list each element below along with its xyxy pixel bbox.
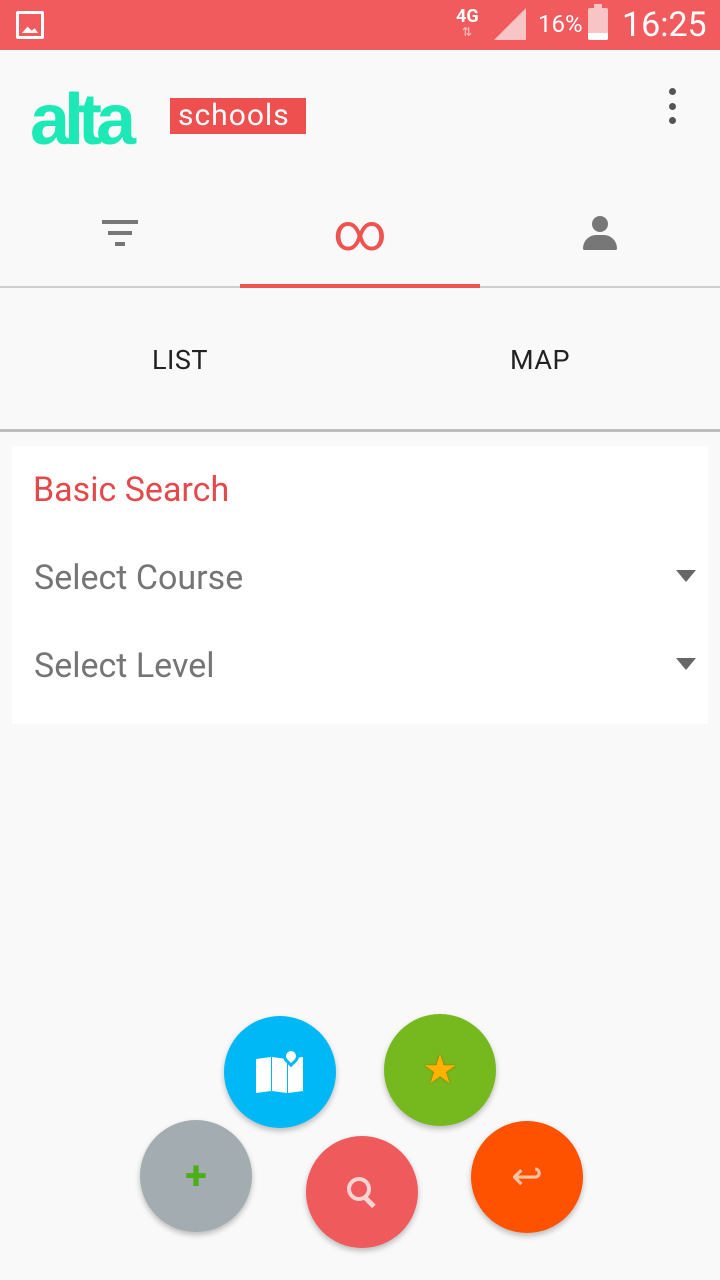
battery-percent: 16% — [538, 10, 583, 38]
tab-filter[interactable] — [0, 180, 240, 286]
tab-map[interactable]: MAP — [360, 290, 720, 429]
app-logo: alta schools — [30, 80, 310, 160]
level-select-label: Select Level — [34, 646, 215, 686]
card-title: Basic Search — [33, 470, 230, 510]
battery-icon — [588, 4, 608, 40]
search-button[interactable] — [306, 1136, 418, 1248]
signal-strength-icon — [494, 8, 526, 40]
network-activity-icon: ⇅ — [462, 25, 473, 39]
star-icon: ★ — [422, 1046, 458, 1093]
course-select-label: Select Course — [34, 558, 244, 598]
logo-alta-text: alta — [30, 80, 136, 160]
view-tabs: LIST MAP — [0, 290, 720, 432]
main-tabs: ∞ — [0, 180, 720, 288]
add-button[interactable]: + — [140, 1120, 252, 1232]
tab-list[interactable]: LIST — [0, 290, 360, 429]
network-type: 4G — [456, 6, 479, 27]
undo-icon: ↩ — [511, 1155, 543, 1199]
tab-profile[interactable] — [480, 180, 720, 286]
dropdown-arrow-icon — [676, 658, 696, 670]
search-icon — [347, 1177, 377, 1207]
person-icon — [583, 216, 617, 250]
gallery-notification-icon — [16, 11, 44, 39]
status-bar: 4G ⇅ 16% 16:25 — [0, 0, 720, 50]
map-icon — [256, 1044, 304, 1094]
basic-search-card: Basic Search Select Course Select Level — [12, 446, 708, 724]
more-options-icon[interactable] — [660, 88, 684, 124]
level-select[interactable]: Select Level — [12, 638, 708, 698]
tab-infinity[interactable]: ∞ — [240, 180, 480, 288]
map-button[interactable] — [224, 1016, 336, 1128]
plus-icon: + — [185, 1152, 207, 1199]
logo-schools-text: schools — [170, 98, 306, 134]
back-button[interactable]: ↩ — [471, 1121, 583, 1233]
dropdown-arrow-icon — [676, 570, 696, 582]
course-select[interactable]: Select Course — [12, 550, 708, 610]
infinity-icon: ∞ — [333, 202, 387, 263]
favorites-button[interactable]: ★ — [384, 1014, 496, 1126]
filter-icon — [102, 220, 138, 246]
app-bar: alta schools — [0, 50, 720, 180]
clock: 16:25 — [622, 5, 707, 45]
